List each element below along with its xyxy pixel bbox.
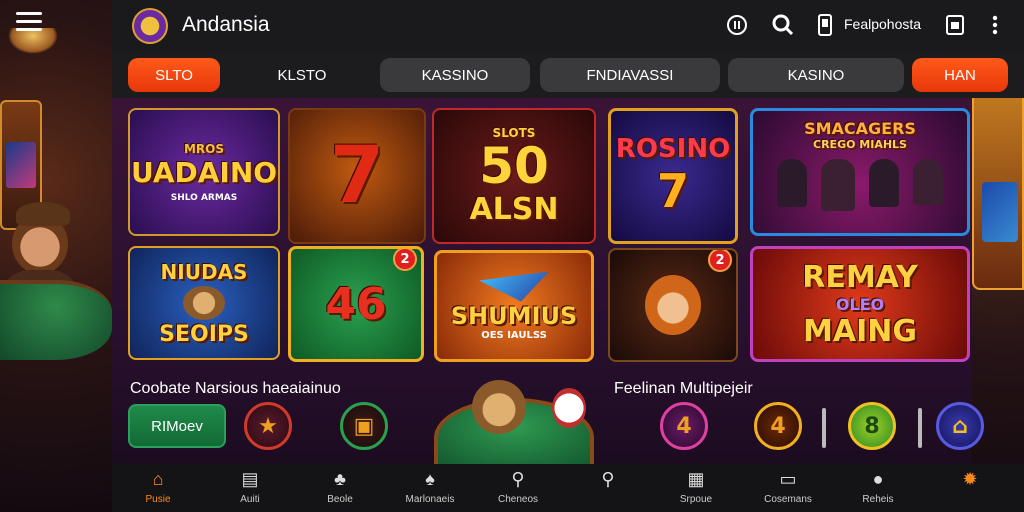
notification-badge: 2	[393, 249, 417, 271]
list-icon: ▦	[687, 469, 705, 489]
account-label[interactable]: Fealpohosta	[844, 16, 921, 32]
flame-icon: ♠	[425, 469, 435, 489]
search-icon: ⚲	[601, 469, 615, 489]
search-icon[interactable]	[770, 13, 796, 39]
tab-kassino[interactable]: KASSINO	[380, 58, 530, 92]
game-tile-uadaino[interactable]: MROS UADAINO SHLO ARMAS	[128, 108, 280, 236]
nav-item-cosemans[interactable]: ▭ Cosemans	[748, 468, 828, 510]
game-tile-fox[interactable]: 2	[608, 248, 738, 362]
dog-mascot-icon	[472, 380, 526, 434]
tab-klsto[interactable]: KLSTO	[252, 58, 352, 92]
nav-item-settings[interactable]: ✹	[930, 468, 1010, 510]
dog-mascot-icon	[183, 285, 225, 320]
slider-handle[interactable]	[918, 408, 922, 448]
chest-icon[interactable]: ▣	[340, 402, 388, 450]
game-tile-shumius[interactable]: SHUMIUS OES IAULSS	[434, 250, 594, 362]
game-tile-50-slots[interactable]: SLOTS 50 ALSN	[432, 108, 596, 244]
game-tile-remay[interactable]: REMAY OLEO MAING	[750, 246, 970, 362]
top-bar: Andansia Fealpohosta	[112, 0, 1024, 52]
gem-icon	[479, 271, 549, 302]
multiplier-chip-4[interactable]: 4	[660, 402, 708, 450]
tab-slto[interactable]: SLTO	[128, 58, 220, 92]
section-title-right: Feelinan Multipejeir	[614, 380, 753, 397]
slider-handle[interactable]	[822, 408, 826, 448]
tab-han[interactable]: HAN	[912, 58, 1008, 92]
multiplier-chip-4-alt[interactable]: 4	[754, 402, 802, 450]
nav-item-auiti[interactable]: ▤ Auiti	[210, 468, 290, 510]
casino-logo[interactable]	[132, 8, 168, 44]
promo-button[interactable]: RIMoev	[128, 404, 226, 448]
mobile-icon[interactable]	[812, 13, 838, 39]
card-table-illustration	[0, 280, 112, 360]
notification-badge: 2	[708, 250, 732, 272]
basket-icon: ▭	[779, 469, 797, 489]
category-tabs: SLTO KLSTO KASSINO FNDIAVASSI KASINO HAN	[112, 52, 1024, 98]
star-icon[interactable]: ★	[244, 402, 292, 450]
nav-item-beole[interactable]: ♣ Beole	[300, 468, 380, 510]
game-tile-smacagers[interactable]: SMACAGERS CREGO MIAHLS	[750, 108, 970, 236]
nav-item-reheis[interactable]: ● Reheis	[838, 468, 918, 510]
search-icon: ⚲	[511, 469, 525, 489]
nav-item-search[interactable]: ⚲	[568, 468, 648, 510]
section-title-left: Coobate Narsious haeaiainuo	[130, 380, 341, 397]
app-title: Andansia	[182, 13, 270, 36]
more-vertical-icon[interactable]	[982, 13, 1008, 39]
user-icon: ●	[872, 469, 884, 489]
home-icon: ⌂	[152, 469, 164, 489]
players-illustration	[777, 159, 943, 211]
nav-item-home[interactable]: ⌂ Pusie	[118, 468, 198, 510]
game-tile-lucky-7[interactable]: 7	[288, 108, 426, 244]
game-tile-niudas[interactable]: NIUDAS SEOIPS	[128, 246, 280, 360]
game-tile-rosino[interactable]: ROSINO 7	[608, 108, 738, 244]
bottom-nav: ⌂ Pusie ▤ Auiti ♣ Beole ♠ Marlonaeis ⚲ C…	[112, 464, 1024, 512]
sofa-icon[interactable]: ⌂	[936, 402, 984, 450]
info-icon[interactable]	[724, 13, 750, 39]
slot-machine-illustration	[972, 90, 1024, 290]
multiplier-chip-8[interactable]: 8	[848, 402, 896, 450]
tab-fndiavassi[interactable]: FNDIAVASSI	[540, 58, 720, 92]
game-tile-46[interactable]: 46 2	[288, 246, 424, 362]
chicken-mascot-icon	[552, 388, 586, 428]
game-grid: MROS UADAINO SHLO ARMAS 7 SLOTS 50 ALSN …	[112, 98, 984, 464]
nav-item-srpoue[interactable]: ▦ Srpoue	[656, 468, 736, 510]
wallet-icon[interactable]	[942, 13, 968, 39]
document-icon: ▤	[241, 469, 259, 489]
nav-item-cheneos[interactable]: ⚲ Cheneos	[478, 468, 558, 510]
hamburger-icon[interactable]	[16, 12, 42, 34]
club-icon: ♣	[334, 469, 346, 489]
gear-icon: ✹	[962, 469, 978, 489]
fox-mascot-icon	[645, 275, 701, 335]
casino-scenery-left	[0, 0, 112, 512]
tab-kasino[interactable]: KASINO	[728, 58, 904, 92]
nav-item-marlonaeis[interactable]: ♠ Marlonaeis	[390, 468, 470, 510]
